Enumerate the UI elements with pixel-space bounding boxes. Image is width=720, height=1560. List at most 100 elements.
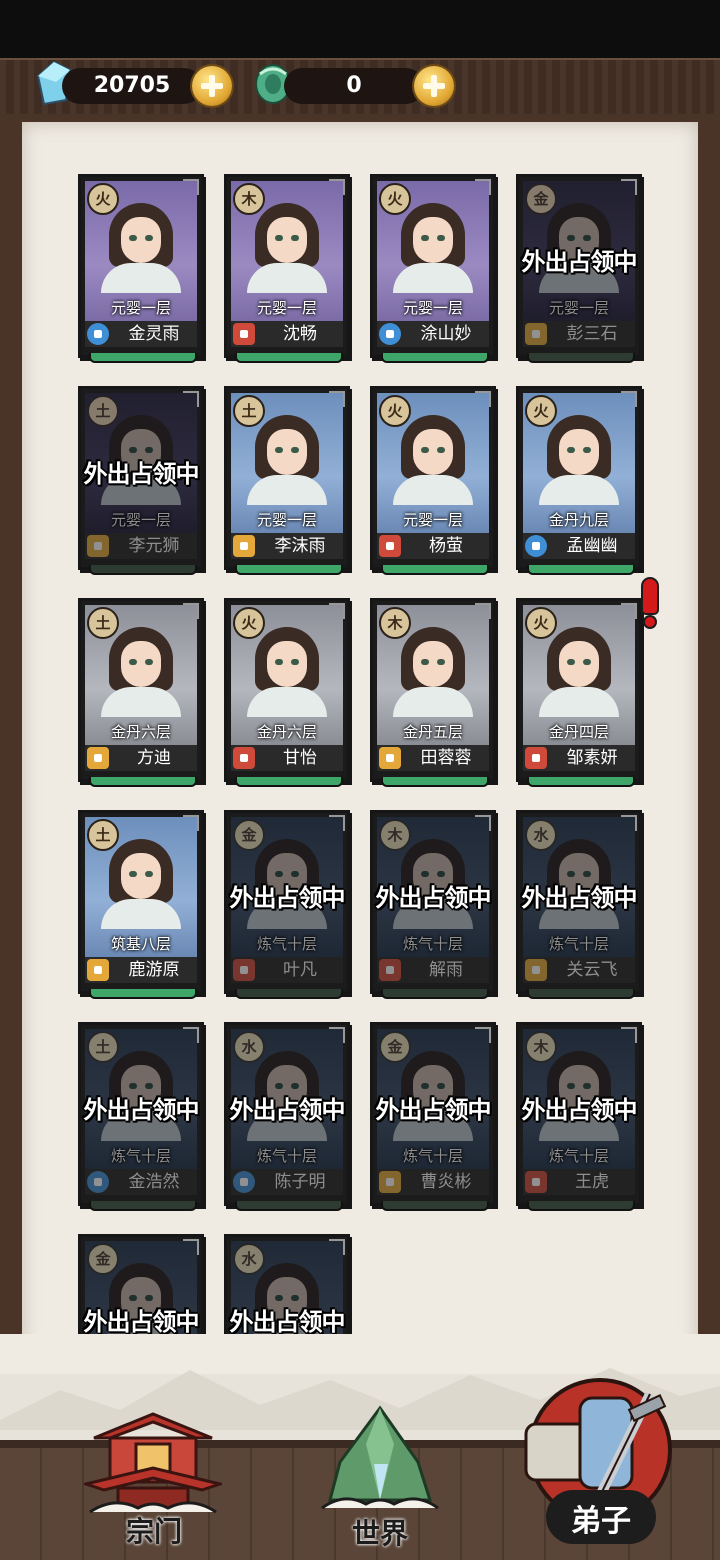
disciple-card[interactable]: 土炼气十层 金浩然 外出占领中 — [78, 1022, 204, 1211]
card-corner-ornament — [475, 1027, 491, 1043]
card-corner-ornament — [329, 1027, 345, 1043]
element-badge: 金 — [379, 1031, 411, 1063]
cultivation-rank: 金丹六层 — [256, 723, 317, 741]
element-badge: 土 — [87, 395, 119, 427]
card-corner-ornament — [475, 815, 491, 831]
card-corner-ornament — [621, 815, 637, 831]
name-bar: 涂山妙 — [377, 321, 489, 347]
cultivation-rank: 炼气十层 — [402, 1147, 463, 1165]
disciple-grid-viewport[interactable]: 火元婴一层 金灵雨木元婴一层 沈畅火元婴一层 涂山妙金元婴一层 彭三石 外出占领中土元婴一… — [60, 150, 660, 1334]
card-base-bar — [381, 1201, 489, 1211]
disciple-card[interactable]: 土元婴一层 李沫雨 — [224, 386, 350, 575]
element-badge: 火 — [233, 607, 265, 639]
disciple-card[interactable]: 金炼气十层外出占领中 — [78, 1234, 204, 1334]
disciple-name: 彭三石 — [566, 324, 618, 344]
cultivation-rank: 金丹九层 — [548, 511, 609, 529]
element-badge: 水 — [233, 1243, 265, 1275]
add-spirit-stone-button[interactable] — [192, 66, 232, 106]
disciple-card[interactable]: 土筑基八层 鹿游原 — [78, 810, 204, 999]
disciple-card[interactable]: 火金丹九层 孟幽幽 — [516, 386, 642, 575]
element-badge: 土 — [233, 395, 265, 427]
away-status-label: 外出占领中 — [375, 883, 492, 912]
name-bar: 邹素妍 — [523, 745, 635, 771]
card-base-bar — [527, 565, 635, 575]
nav-sect-button[interactable]: 宗门 — [78, 1408, 228, 1548]
nav-world-button[interactable]: 世界 — [310, 1404, 450, 1550]
name-bar: 曹炎彬 — [377, 1169, 489, 1195]
card-base-bar — [235, 1201, 343, 1211]
name-bar: 方迪 — [85, 745, 197, 771]
disciple-card[interactable]: 水炼气十层 陈子明 外出占领中 — [224, 1022, 350, 1211]
card-base-bar — [381, 989, 489, 999]
disciple-card[interactable]: 木炼气十层 解雨 外出占领中 — [370, 810, 496, 999]
card-corner-ornament — [621, 179, 637, 195]
card-base-bar — [235, 777, 343, 787]
card-base-bar — [527, 1201, 635, 1211]
disciple-card[interactable]: 火元婴一层 杨萤 — [370, 386, 496, 575]
away-status-label: 外出占领中 — [83, 1307, 200, 1334]
card-corner-ornament — [183, 391, 199, 407]
spirit-stone-count: 20705 — [62, 68, 202, 104]
cultivation-rank: 炼气十层 — [256, 935, 317, 953]
card-corner-ornament — [329, 603, 345, 619]
disciple-card[interactable]: 火金丹六层 甘怡 — [224, 598, 350, 787]
cultivation-rank: 元婴一层 — [402, 511, 463, 529]
name-bar: 孟幽幽 — [523, 533, 635, 559]
water-role-icon — [87, 1171, 109, 1193]
element-badge: 火 — [379, 395, 411, 427]
card-base-bar — [381, 565, 489, 575]
card-base-bar — [235, 565, 343, 575]
disciple-name: 田蓉蓉 — [420, 748, 472, 768]
earth-role-icon — [233, 535, 255, 557]
away-status-label: 外出占领中 — [375, 1095, 492, 1124]
disciple-card[interactable]: 土元婴一层 李元狮 外出占领中 — [78, 386, 204, 575]
element-badge: 火 — [525, 607, 557, 639]
add-jade-button[interactable] — [414, 66, 454, 106]
cultivation-rank: 炼气十层 — [548, 1147, 609, 1165]
disciple-card[interactable]: 土金丹六层 方迪 — [78, 598, 204, 787]
name-bar: 田蓉蓉 — [377, 745, 489, 771]
disciple-card[interactable]: 金元婴一层彭三石 外出占领中 — [516, 174, 642, 363]
nav-disciples-button[interactable]: 弟子 — [500, 1374, 700, 1550]
card-base-bar — [381, 777, 489, 787]
name-bar: 彭三石 — [523, 321, 635, 347]
cultivation-rank: 元婴一层 — [256, 299, 317, 317]
card-corner-ornament — [183, 815, 199, 831]
disciple-card[interactable]: 木金丹五层 田蓉蓉 — [370, 598, 496, 787]
disciple-name: 关云飞 — [566, 960, 618, 980]
away-status-label: 外出占领中 — [521, 883, 638, 912]
cultivation-rank: 元婴一层 — [548, 299, 609, 317]
element-badge: 金 — [525, 183, 557, 215]
cultivation-rank: 元婴一层 — [110, 299, 171, 317]
disciple-card[interactable]: 水炼气十层外出占领中 — [224, 1234, 350, 1334]
disciple-card[interactable]: 火元婴一层 金灵雨 — [78, 174, 204, 363]
element-badge: 水 — [233, 1031, 265, 1063]
disciple-card[interactable]: 火金丹四层 邹素妍 — [516, 579, 657, 787]
disciple-card[interactable]: 金炼气十层 叶凡 外出占领中 — [224, 810, 350, 999]
earth-role-icon — [87, 535, 109, 557]
water-role-icon — [525, 535, 547, 557]
disciple-card[interactable]: 木元婴一层 沈畅 — [224, 174, 350, 363]
away-status-label: 外出占领中 — [229, 1307, 346, 1334]
disciple-name: 曹炎彬 — [420, 1172, 472, 1192]
away-status-label: 外出占领中 — [521, 247, 638, 276]
card-base-bar — [89, 353, 197, 363]
disciple-name: 金浩然 — [128, 1172, 180, 1192]
earth-role-icon — [87, 959, 109, 981]
name-bar: 王虎 — [523, 1169, 635, 1195]
disciple-card[interactable]: 木炼气十层 王虎 外出占领中 — [516, 1022, 642, 1211]
earth-role-icon — [379, 747, 401, 769]
disciple-grid: 火元婴一层 金灵雨木元婴一层 沈畅火元婴一层 涂山妙金元婴一层 彭三石 外出占领中土元婴一… — [60, 174, 657, 1334]
away-status-label: 外出占领中 — [229, 1095, 346, 1124]
card-corner-ornament — [183, 1027, 199, 1043]
card-corner-ornament — [621, 391, 637, 407]
name-bar: 叶凡 — [231, 957, 343, 983]
disciple-card[interactable]: 水炼气十层 关云飞 外出占领中 — [516, 810, 642, 999]
card-corner-ornament — [475, 391, 491, 407]
card-corner-ornament — [183, 603, 199, 619]
pagoda-icon — [84, 1412, 222, 1514]
disciple-card[interactable]: 火元婴一层 涂山妙 — [370, 174, 496, 363]
card-corner-ornament — [329, 1239, 345, 1255]
disciple-card[interactable]: 金炼气十层曹炎彬 外出占领中 — [370, 1022, 496, 1211]
name-bar: 陈子明 — [231, 1169, 343, 1195]
